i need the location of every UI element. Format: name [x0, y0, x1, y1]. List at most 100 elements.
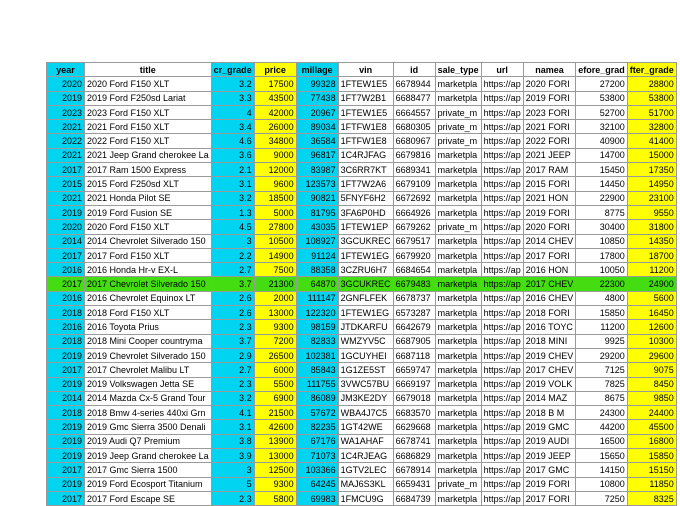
cell-year[interactable]: 2021	[46, 147, 85, 164]
cell-before-grade[interactable]: 7125	[575, 362, 628, 378]
cell-cr-grade[interactable]: 2.3	[210, 319, 255, 335]
cell-after-grade[interactable]: 15000	[626, 147, 677, 164]
cell-url[interactable]: https://ap	[480, 448, 524, 464]
cell-title[interactable]: 2019 Ford Ecosport Titanium	[84, 476, 212, 492]
cell-vin[interactable]: JTDKARFU	[337, 319, 394, 335]
cell-year[interactable]: 2019	[46, 376, 85, 392]
cell-sale-type[interactable]: marketpla	[434, 76, 482, 92]
cell-title[interactable]: 2014 Chevrolet Silverado 150	[84, 233, 212, 249]
table-row[interactable]: 2020 2020 Ford F150 XLT 4.5 27800 43035 1FTEW…	[46, 219, 677, 235]
cell-year[interactable]: 2014	[46, 390, 85, 407]
cell-year[interactable]: 2021	[46, 119, 85, 135]
cell-after-grade[interactable]: 24400	[626, 405, 677, 421]
cell-id[interactable]: 6678737	[392, 290, 436, 307]
cell-id[interactable]: 6678944	[392, 76, 436, 92]
cell-title[interactable]: 2017 Ford F150 XLT	[84, 247, 212, 264]
cell-sale-type[interactable]: marketpla	[434, 204, 482, 221]
cell-vin[interactable]: 5FNYF6H2	[337, 190, 394, 206]
cell-title[interactable]: 2017 Chevrolet Silverado 150	[84, 276, 212, 292]
cell-millage[interactable]: 81795	[295, 204, 339, 221]
cell-namea[interactable]: 2019 FORI	[522, 476, 577, 492]
cell-before-grade[interactable]: 10050	[575, 262, 628, 278]
cell-after-grade[interactable]: 29600	[626, 347, 677, 364]
cell-namea[interactable]: 2019 JEEP	[522, 448, 577, 464]
cell-cr-grade[interactable]: 3.2	[210, 76, 255, 92]
cell-title[interactable]: 2019 Ford F250sd Lariat	[84, 90, 212, 106]
cell-price[interactable]: 27800	[253, 219, 297, 235]
cell-year[interactable]: 2017	[46, 247, 85, 264]
table-row[interactable]: 2017 2017 Chevrolet Silverado 150 3.7 21300…	[46, 276, 677, 292]
cell-millage[interactable]: 36584	[295, 133, 339, 149]
cell-price[interactable]: 13900	[253, 433, 297, 450]
cell-url[interactable]: https://ap	[480, 262, 524, 278]
cell-url[interactable]: https://ap	[480, 347, 524, 364]
cell-vin[interactable]: 1GT42WE	[337, 419, 394, 435]
cell-title[interactable]: 2019 Volkswagen Jetta SE	[84, 376, 212, 392]
cell-sale-type[interactable]: marketpla	[434, 376, 482, 392]
cell-price[interactable]: 9000	[253, 147, 297, 164]
cell-millage[interactable]: 64870	[295, 276, 339, 292]
cell-millage[interactable]: 82235	[295, 419, 339, 435]
cell-before-grade[interactable]: 4800	[575, 290, 628, 307]
cell-vin[interactable]: 2GNFLFEK	[337, 290, 394, 307]
table-row[interactable]: 2019 2019 Ford Ecosport Titanium 5 9300 6424…	[46, 476, 677, 492]
table-row[interactable]: 2014 2014 Chevrolet Silverado 150 3 10500 10…	[46, 233, 677, 249]
cell-after-grade[interactable]: 28800	[626, 76, 677, 92]
cell-url[interactable]: https://ap	[480, 176, 524, 192]
cell-title[interactable]: 2017 Gmc Sierra 1500	[84, 462, 212, 478]
cell-title[interactable]: 2019 Jeep Grand cherokee La	[84, 448, 212, 464]
cell-after-grade[interactable]: 16800	[626, 433, 677, 450]
table-row[interactable]: 2016 2016 Toyota Prius 2.3 9300 98159 JTDKARF…	[46, 319, 677, 335]
cell-vin[interactable]: 3GCUKREC	[337, 276, 394, 292]
column-header-year[interactable]: year	[46, 61, 85, 78]
cell-vin[interactable]: 1FTFW1E8	[337, 119, 394, 135]
cell-year[interactable]: 2018	[46, 305, 85, 321]
cell-cr-grade[interactable]: 2.7	[210, 362, 255, 378]
cell-vin[interactable]: MAJ6S3KL	[337, 476, 394, 492]
table-row[interactable]: 2016 2016 Honda Hr-v EX-L 2.7 7500 88358 3CZR…	[46, 262, 677, 278]
table-row[interactable]: 2019 2019 Gmc Sierra 3500 Denali 3.1 42600 8…	[46, 419, 677, 435]
cell-cr-grade[interactable]: 2.3	[210, 490, 255, 506]
cell-url[interactable]: https://ap	[480, 133, 524, 149]
cell-after-grade[interactable]: 12600	[626, 319, 677, 335]
cell-title[interactable]: 2018 Mini Cooper countryma	[84, 333, 212, 349]
cell-cr-grade[interactable]: 3.1	[210, 176, 255, 192]
table-row[interactable]: 2017 2017 Ford Escape SE 2.3 5800 69983 1FMCU…	[46, 490, 677, 506]
cell-before-grade[interactable]: 8675	[575, 390, 628, 407]
cell-after-grade[interactable]: 11850	[626, 476, 677, 492]
cell-year[interactable]: 2016	[46, 319, 85, 335]
cell-id[interactable]: 6664557	[392, 104, 436, 121]
cell-year[interactable]: 2019	[46, 448, 85, 464]
cell-before-grade[interactable]: 53800	[575, 90, 628, 106]
cell-year[interactable]: 2019	[46, 90, 85, 106]
cell-millage[interactable]: 86089	[295, 390, 339, 407]
cell-id[interactable]: 6686829	[392, 448, 436, 464]
cell-before-grade[interactable]: 17800	[575, 247, 628, 264]
cell-after-grade[interactable]: 9075	[626, 362, 677, 378]
cell-before-grade[interactable]: 15650	[575, 448, 628, 464]
cell-price[interactable]: 43500	[253, 90, 297, 106]
cell-cr-grade[interactable]: 3.7	[210, 276, 255, 292]
cell-price[interactable]: 34800	[253, 133, 297, 149]
cell-cr-grade[interactable]: 2.6	[210, 305, 255, 321]
cell-after-grade[interactable]: 16450	[626, 305, 677, 321]
cell-before-grade[interactable]: 24300	[575, 405, 628, 421]
cell-sale-type[interactable]: marketpla	[434, 233, 482, 249]
table-row[interactable]: 2019 2019 Volkswagen Jetta SE 2.3 5500 11175…	[46, 376, 677, 392]
cell-title[interactable]: 2019 Audi Q7 Premium	[84, 433, 212, 450]
table-row[interactable]: 2018 2018 Mini Cooper countryma 3.7 7200 828…	[46, 333, 677, 349]
table-row[interactable]: 2019 2019 Audi Q7 Premium 3.8 13900 67176 WA1…	[46, 433, 677, 450]
cell-millage[interactable]: 98159	[295, 319, 339, 335]
cell-after-grade[interactable]: 10300	[626, 333, 677, 349]
cell-millage[interactable]: 90821	[295, 190, 339, 206]
cell-sale-type[interactable]: marketpla	[434, 90, 482, 106]
column-header-before-grade[interactable]: efore_grad	[575, 61, 628, 78]
cell-url[interactable]: https://ap	[480, 319, 524, 335]
cell-after-grade[interactable]: 45500	[626, 419, 677, 435]
column-header-url[interactable]: url	[480, 61, 524, 78]
cell-millage[interactable]: 57672	[295, 405, 339, 421]
cell-price[interactable]: 6000	[253, 362, 297, 378]
cell-before-grade[interactable]: 32100	[575, 119, 628, 135]
cell-id[interactable]: 6680967	[392, 133, 436, 149]
cell-before-grade[interactable]: 52700	[575, 104, 628, 121]
